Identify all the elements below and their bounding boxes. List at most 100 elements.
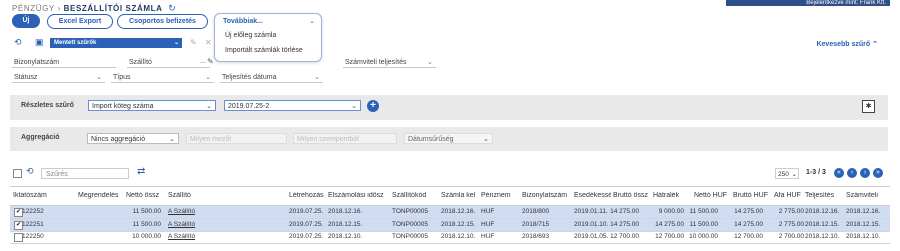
table-cell: TONP00005 <box>392 233 429 240</box>
next-page-button[interactable]: › <box>860 168 870 178</box>
table-cell: 14 275.00 <box>734 208 763 215</box>
col-header[interactable]: Számla kel <box>441 192 476 199</box>
chevron-down-icon[interactable]: ⌄ <box>309 17 315 25</box>
table-cell: HUF <box>481 220 495 228</box>
table-row[interactable]: ✔ 122252 11 500.00 A Szállító 2019.07.25. 201… <box>10 206 890 219</box>
supplier-filter[interactable]: Szállító ... <box>127 57 210 68</box>
supplier-link[interactable]: A Szállító <box>168 208 228 215</box>
supplier-placeholder: Szállító <box>129 59 152 66</box>
menu-item-delete-imported-invoices[interactable]: Importált számlák törlése <box>225 47 303 54</box>
col-header[interactable]: Létrehozás <box>289 192 325 199</box>
add-filter-button[interactable]: + <box>367 100 379 112</box>
type-filter[interactable]: Típus ⌄ <box>111 72 214 83</box>
more-dropdown-label[interactable]: Továbbiak... <box>223 18 263 25</box>
col-header[interactable]: Számviteli <box>846 192 890 199</box>
delete-filter-icon[interactable]: ✕ <box>205 38 212 47</box>
col-header[interactable]: Pénznem <box>481 192 517 199</box>
col-header[interactable]: Esedékesség <box>574 192 611 199</box>
table-row[interactable]: ✔ 122251 11 500.00 A Szállító 2019.07.25. 201… <box>10 218 890 232</box>
prev-page-button[interactable]: ‹ <box>847 168 857 178</box>
edit-supplier-icon[interactable]: ✎ <box>207 57 214 66</box>
table-cell: 122251 <box>22 220 44 228</box>
supplier-link[interactable]: A Szállító <box>168 233 228 240</box>
select-all-checkbox[interactable] <box>13 169 22 178</box>
last-page-button[interactable]: » <box>873 168 883 178</box>
status-filter[interactable]: Státusz ⌄ <box>12 72 105 83</box>
table-cell: 2 775.00 <box>778 208 804 215</box>
list-search-input[interactable]: Szűrés <box>41 168 129 179</box>
col-header[interactable]: Elszámolási idősz <box>328 192 388 199</box>
table-cell: 2018/693 <box>522 233 550 240</box>
table-cell: 14 275.00 <box>734 220 763 228</box>
reset-filter-icon[interactable]: ⟲ <box>14 37 22 48</box>
chevron-down-icon: ⌄ <box>427 59 433 66</box>
table-cell: 2018.12.15. <box>328 220 363 228</box>
more-dropdown[interactable]: Továbbiak... ⌄ Új előleg számla Importál… <box>214 13 322 62</box>
col-header[interactable]: Iktatószám <box>13 192 63 199</box>
bulk-payment-button[interactable]: Csoportos befizetés <box>117 14 208 29</box>
supplier-link[interactable]: A Szállító <box>168 221 228 228</box>
accounting-fulfilment-filter[interactable]: Számviteli teljesítés ⌄ <box>343 57 436 68</box>
col-header[interactable]: Nettó össz <box>126 192 164 199</box>
type-placeholder: Típus <box>113 74 131 81</box>
page-size-select[interactable]: 250 ⌄ <box>775 168 799 179</box>
chevron-up-icon: ⌃ <box>872 41 878 48</box>
less-filter-toggle[interactable]: Kevesebb szűrő ⌃ <box>816 40 878 48</box>
refresh-icon[interactable]: ↻ <box>168 3 176 14</box>
col-header[interactable]: Teljesítés <box>805 192 845 199</box>
invoice-number-filter[interactable]: Bizonylatszám <box>12 57 116 68</box>
saved-filters-select[interactable]: Mentett szűrők ⌄ <box>50 38 182 48</box>
aggregation-select[interactable]: Nincs aggregáció ⌄ <box>87 133 179 144</box>
date-density-select[interactable]: Dátumsűrűség ⌄ <box>404 133 493 144</box>
detailed-filter-value-select[interactable]: 2019.07.25-2 ⌄ <box>224 100 361 111</box>
col-header[interactable]: Megrendelés <box>78 192 121 199</box>
aggregation-measure-placeholder: Milyen mezőt <box>190 136 232 143</box>
filter-settings-icon[interactable]: ✱ <box>862 100 875 113</box>
date-density-placeholder: Dátumsűrűség <box>408 136 454 143</box>
page-range-value: 1-3 <box>806 169 817 176</box>
swap-columns-icon[interactable]: ⇄ <box>137 166 145 177</box>
breadcrumb: PÉNZÜGY › BESZÁLLÍTÓI SZÁMLA ↻ <box>12 3 176 14</box>
col-header[interactable]: Hátralék <box>653 192 693 199</box>
col-header[interactable]: Nettó HUF <box>694 192 732 199</box>
table-cell: 11 500.00 <box>689 220 718 228</box>
detailed-filter-field-value: Import köteg száma <box>92 103 154 110</box>
col-header[interactable]: Szállító <box>168 192 228 199</box>
detailed-filter-value: 2019.07.25-2 <box>228 103 270 110</box>
table-cell: 14 275.00 <box>610 208 639 215</box>
fulfilment-date-filter[interactable]: Teljesítés dátuma ⌄ <box>220 72 323 83</box>
list-refresh-icon[interactable]: ⟲ <box>26 166 34 177</box>
table-cell: 2018.12.10. <box>846 233 881 240</box>
table-cell: 2018/800 <box>522 208 550 215</box>
first-page-button[interactable]: « <box>834 168 844 178</box>
excel-export-button[interactable]: Excel Export <box>47 14 113 29</box>
col-header[interactable]: Áfa HUF <box>774 192 804 199</box>
table-cell: 2 775.00 <box>778 220 804 228</box>
chevron-down-icon: ⌄ <box>483 136 489 143</box>
table-cell: 11 500.00 <box>132 208 161 215</box>
col-header[interactable]: Bruttó össz <box>613 192 653 199</box>
new-button[interactable]: Új <box>12 14 40 28</box>
detailed-filter-field-select[interactable]: Import köteg száma ⌄ <box>88 100 216 111</box>
table-cell: 2018/715 <box>522 220 550 228</box>
col-header[interactable]: Bizonylatszám <box>522 192 569 199</box>
table-cell: 11 500.00 <box>689 208 718 215</box>
supplier-lookup-dots[interactable]: ... <box>200 57 206 67</box>
table-cell: HUF <box>481 233 495 240</box>
table-cell: 12 700.00 <box>610 233 639 240</box>
table-cell: 2018.12.16. <box>846 208 881 215</box>
aggregation-value: Nincs aggregáció <box>91 136 146 143</box>
edit-filter-icon[interactable]: ✎ <box>190 38 197 47</box>
col-header[interactable]: Szállítókód <box>392 192 436 199</box>
menu-item-new-advance-invoice[interactable]: Új előleg számla <box>225 32 276 39</box>
col-header[interactable]: Bruttó HUF <box>733 192 773 199</box>
logged-in-user: Bejelentkezve mint: Frank Kft. <box>726 0 890 6</box>
table-cell: 2019.07.25. <box>289 233 324 240</box>
table-cell: 12 700.00 <box>734 233 763 240</box>
table-header: Iktatószám Megrendelés Nettó össz Szállí… <box>10 186 890 206</box>
table-cell: HUF <box>481 208 495 215</box>
breadcrumb-module[interactable]: PÉNZÜGY <box>12 4 55 13</box>
table-cell: 10 000.00 <box>132 233 161 240</box>
save-filter-icon[interactable]: ▣ <box>35 37 44 48</box>
table-row[interactable]: 122250 10 000.00 A Szállító 2019.07.25. 2018… <box>10 231 890 244</box>
